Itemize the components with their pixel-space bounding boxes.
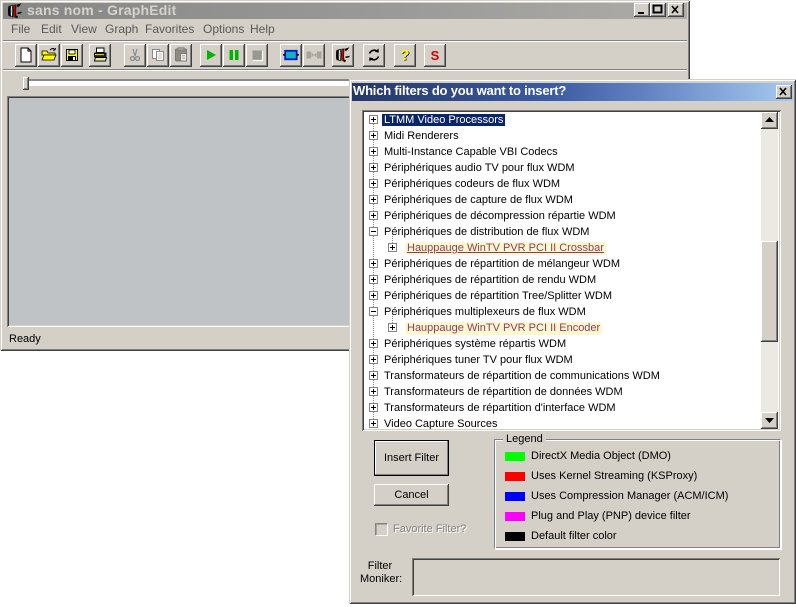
- svg-text:?: ?: [400, 47, 409, 63]
- svg-text:S: S: [431, 48, 440, 63]
